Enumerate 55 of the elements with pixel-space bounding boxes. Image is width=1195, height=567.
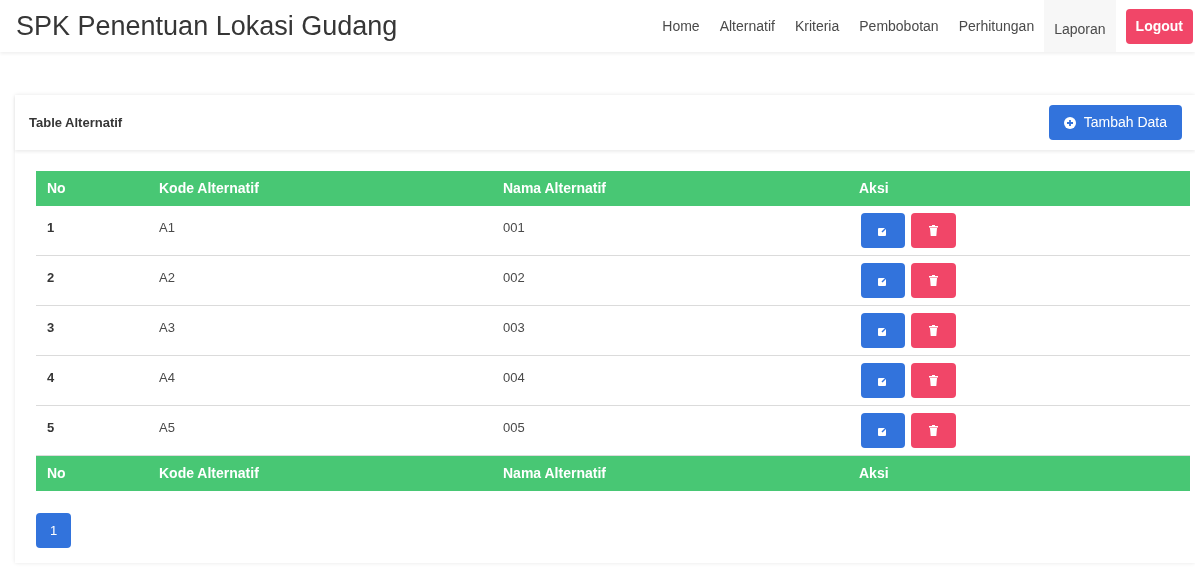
column-header: Aksi bbox=[858, 464, 890, 483]
trash-icon bbox=[929, 425, 938, 436]
nav-link[interactable]: Pembobotan bbox=[849, 0, 949, 52]
column-header: Kode Alternatif bbox=[158, 464, 260, 483]
plus-circle-icon bbox=[1063, 116, 1076, 129]
table-cell-text: 003 bbox=[502, 319, 526, 337]
edit-button[interactable] bbox=[861, 413, 905, 448]
delete-button[interactable] bbox=[911, 263, 956, 298]
brand-title: SPK Penentuan Lokasi Gudang bbox=[15, 9, 398, 43]
table-cell-text: 1 bbox=[46, 219, 56, 237]
delete-button[interactable] bbox=[911, 363, 956, 398]
table-cell-text: 4 bbox=[46, 369, 56, 387]
column-header: No bbox=[46, 464, 67, 483]
table-cell-text: A4 bbox=[158, 369, 176, 387]
edit-icon bbox=[878, 325, 888, 336]
nav-link[interactable]: Alternatif bbox=[709, 0, 785, 52]
nav-link[interactable]: Laporan bbox=[1044, 0, 1116, 52]
trash-icon bbox=[929, 275, 938, 286]
nav-link[interactable]: Perhitungan bbox=[948, 0, 1045, 52]
table-cell-text: A5 bbox=[158, 419, 176, 437]
page-button[interactable]: 1 bbox=[36, 513, 71, 548]
column-header: Aksi bbox=[858, 179, 890, 198]
nav-link[interactable]: Home bbox=[652, 0, 710, 52]
table-cell-text: A2 bbox=[158, 269, 176, 287]
trash-icon bbox=[929, 375, 938, 386]
table-cell-text: 004 bbox=[502, 369, 526, 387]
edit-icon bbox=[878, 225, 888, 236]
table-cell-text: 3 bbox=[46, 319, 56, 337]
edit-icon bbox=[878, 275, 888, 286]
card-title: Table Alternatif bbox=[29, 113, 123, 132]
delete-button[interactable] bbox=[911, 413, 956, 448]
column-header: Nama Alternatif bbox=[502, 179, 607, 198]
trash-icon bbox=[929, 325, 938, 336]
delete-button[interactable] bbox=[911, 213, 956, 248]
edit-icon bbox=[878, 375, 888, 386]
column-header: Kode Alternatif bbox=[158, 179, 260, 198]
table-cell-text: 001 bbox=[502, 219, 526, 237]
table-cell-text: 2 bbox=[46, 269, 56, 287]
column-header: No bbox=[46, 179, 67, 198]
table-cell-text: A3 bbox=[158, 319, 176, 337]
logout-button[interactable]: Logout bbox=[1125, 8, 1193, 44]
table-cell-text: 005 bbox=[502, 419, 526, 437]
delete-button[interactable] bbox=[911, 313, 956, 348]
table-cell-text: A1 bbox=[158, 219, 176, 237]
edit-button[interactable] bbox=[861, 363, 905, 398]
add-data-button[interactable]: Tambah Data bbox=[1048, 105, 1182, 140]
nav-link[interactable]: Kriteria bbox=[784, 0, 850, 52]
edit-button[interactable] bbox=[861, 213, 905, 248]
trash-icon bbox=[929, 225, 938, 236]
table-cell-text: 5 bbox=[46, 419, 56, 437]
table-cell-text: 002 bbox=[502, 269, 526, 287]
edit-button[interactable] bbox=[861, 263, 905, 298]
column-header: Nama Alternatif bbox=[502, 464, 607, 483]
edit-button[interactable] bbox=[861, 313, 905, 348]
edit-icon bbox=[878, 425, 888, 436]
